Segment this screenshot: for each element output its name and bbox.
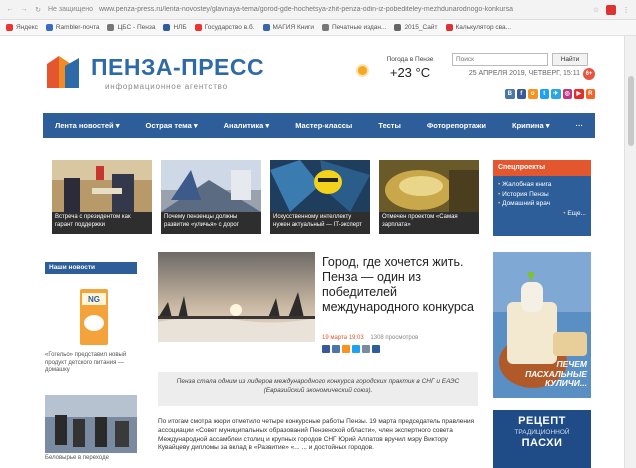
svg-text:NG: NG <box>88 295 100 304</box>
weather-temperature: +23 °C <box>389 65 431 80</box>
menu-more[interactable]: ··· <box>575 121 583 130</box>
thumbnail-image <box>270 160 370 212</box>
scrollbar-thumb[interactable] <box>628 76 634 146</box>
logo-name: ПЕНЗА-ПРЕСС <box>91 54 265 80</box>
search-input[interactable] <box>452 53 548 66</box>
sun-icon <box>358 66 367 75</box>
sidebar-news-image[interactable]: NG <box>78 285 110 347</box>
special-projects-title: Спецпроекты <box>493 160 591 176</box>
site-logo[interactable]: ПЕНЗА-ПРЕСС информационное агентство <box>45 52 275 92</box>
youtube-icon[interactable]: ▶ <box>574 89 584 99</box>
weather-city: Погода в Пензе <box>386 56 434 63</box>
menu-item-master-classes[interactable]: Мастер-классы <box>295 121 352 130</box>
thumbnail-image <box>52 160 152 212</box>
bookmark-item[interactable]: Яндекс <box>6 24 38 31</box>
bookmark-item[interactable]: ЦБС - Пенза <box>107 24 155 31</box>
special-project-link[interactable]: Жалобная книга <box>498 180 586 190</box>
bookmark-item[interactable]: Государство в.б. <box>194 24 255 31</box>
share-twitter-icon[interactable] <box>352 345 360 353</box>
share-facebook-icon[interactable] <box>322 345 330 353</box>
bookmark-item[interactable]: Печатные издан... <box>321 24 386 31</box>
extension-icon[interactable] <box>606 4 616 15</box>
back-icon[interactable]: ← <box>6 6 14 13</box>
bookmark-item[interactable]: МАГИЯ Книги <box>262 24 314 31</box>
sidebar-news-text[interactable]: Беловырье в переходе <box>45 455 137 461</box>
menu-item-tests[interactable]: Тесты <box>378 121 401 130</box>
sidebar-news-image[interactable] <box>45 395 137 453</box>
news-thumbnail[interactable]: Отмечен проектом «Самая зарплата» <box>379 160 479 234</box>
thumbnail-caption: Искусственному интеллекту нужен актуальн… <box>270 212 370 234</box>
sidebar-news-text[interactable]: «Гогельо» представил новый продукт детск… <box>45 352 137 375</box>
special-project-link[interactable]: Еще... <box>498 209 586 219</box>
current-date: 25 АПРЕЛЯ 2019, ЧЕТВЕРГ, 15:11 <box>468 70 580 77</box>
instagram-icon[interactable]: ◎ <box>562 89 572 99</box>
main-menu: Лента новостей ▾ Острая тема ▾ Аналитика… <box>43 113 595 138</box>
article-image[interactable] <box>158 252 315 342</box>
browser-address-bar: ← → ↻ Не защищено www.penza-press.ru/len… <box>0 0 636 20</box>
page-scrollbar[interactable] <box>624 36 636 468</box>
age-rating-badge: 6+ <box>583 68 595 80</box>
share-vk-icon[interactable] <box>332 345 340 353</box>
news-thumbnail[interactable]: Почему пензенцы должны развитие «уличья»… <box>161 160 261 234</box>
search-button[interactable]: Найти <box>552 53 588 66</box>
bookmark-item[interactable]: Калькулятор сва... <box>445 24 511 31</box>
special-project-link[interactable]: История Пензы <box>498 190 586 200</box>
special-project-link[interactable]: Домашний врач <box>498 199 586 209</box>
reload-icon[interactable]: ↻ <box>34 6 42 14</box>
logo-subtitle: информационное агентство <box>105 82 228 91</box>
ad-text: ПЕЧЕМ ПАСХАЛЬНЫЕ КУЛИЧИ... <box>525 359 587 388</box>
bookmark-item[interactable]: НЛБ <box>163 24 187 31</box>
thumbnail-caption: Почему пензенцы должны развитие «уличья»… <box>161 212 261 234</box>
menu-icon[interactable]: ⋮ <box>622 6 630 14</box>
news-thumbnail[interactable]: Искусственному интеллекту нужен актуальн… <box>270 160 370 234</box>
share-count-icon[interactable] <box>372 345 380 353</box>
logo-mark-icon <box>47 56 79 88</box>
share-mail-icon[interactable] <box>362 345 370 353</box>
thumbnail-caption: Отмечен проектом «Самая зарплата» <box>379 212 479 234</box>
article-title[interactable]: Город, где хочется жить. Пенза — один из… <box>322 255 482 315</box>
star-icon[interactable]: ☆ <box>592 6 600 14</box>
advertisement-recipe[interactable]: РЕЦЕПТ ТРАДИЦИОННОЙ ПАСХИ <box>493 410 591 468</box>
menu-item-analytics[interactable]: Аналитика ▾ <box>224 121 270 130</box>
menu-item-hot-topic[interactable]: Острая тема ▾ <box>146 121 198 130</box>
security-label: Не защищено <box>48 6 93 13</box>
article-meta: 19 марта 19:03 1308 просмотров <box>322 335 482 341</box>
ad-subtitle: ТРАДИЦИОННОЙ <box>514 429 570 436</box>
news-thumbnail[interactable]: Встреча с президентом как гарант поддерж… <box>52 160 152 234</box>
article-body: По итогам смотра жюри отметило четыре ко… <box>158 418 475 452</box>
vk-icon[interactable]: В <box>505 89 515 99</box>
twitter-icon[interactable]: t <box>539 89 549 99</box>
article-views: 1308 просмотров <box>370 335 419 341</box>
article-date: 19 марта 19:03 <box>322 335 364 341</box>
ok-icon[interactable]: о <box>528 89 538 99</box>
article-share-bar <box>322 345 380 353</box>
ad-title: РЕЦЕПТ <box>518 415 566 427</box>
telegram-icon[interactable]: ✈ <box>551 89 561 99</box>
share-ok-icon[interactable] <box>342 345 350 353</box>
advertisement-banner[interactable]: ПЕЧЕМ ПАСХАЛЬНЫЕ КУЛИЧИ... <box>493 252 591 398</box>
thumbnail-image <box>379 160 479 212</box>
weather-widget[interactable]: Погода в Пензе +23 °C <box>358 56 448 82</box>
menu-item-photo-reports[interactable]: Фоторепортажи <box>427 121 486 130</box>
social-links: В f о t ✈ ◎ ▶ R <box>505 89 595 101</box>
url-field[interactable]: www.penza-press.ru/lenta-novostey/glavna… <box>99 6 586 13</box>
thumbnail-image <box>161 160 261 212</box>
bookmark-item[interactable]: Rambler-почта <box>45 24 99 31</box>
search-form: Найти <box>452 53 592 66</box>
bookmark-item[interactable]: 2015_Сайт <box>394 24 438 31</box>
forward-icon[interactable]: → <box>20 6 28 13</box>
menu-item-news-feed[interactable]: Лента новостей ▾ <box>55 121 119 130</box>
ad-title-2: ПАСХИ <box>521 437 563 449</box>
article-lead: Пенза стала одним из лидеров международн… <box>158 372 478 406</box>
facebook-icon[interactable]: f <box>516 89 526 99</box>
bookmarks-bar: Яндекс Rambler-почта ЦБС - Пенза НЛБ Гос… <box>0 20 636 36</box>
rss-icon[interactable]: R <box>585 89 595 99</box>
menu-item-crimea[interactable]: Крипина ▾ <box>512 121 549 130</box>
special-projects-box: Спецпроекты Жалобная книга История Пензы… <box>493 160 591 236</box>
sidebar-title: Наши новости <box>45 262 137 274</box>
thumbnail-caption: Встреча с президентом как гарант поддерж… <box>52 212 152 234</box>
